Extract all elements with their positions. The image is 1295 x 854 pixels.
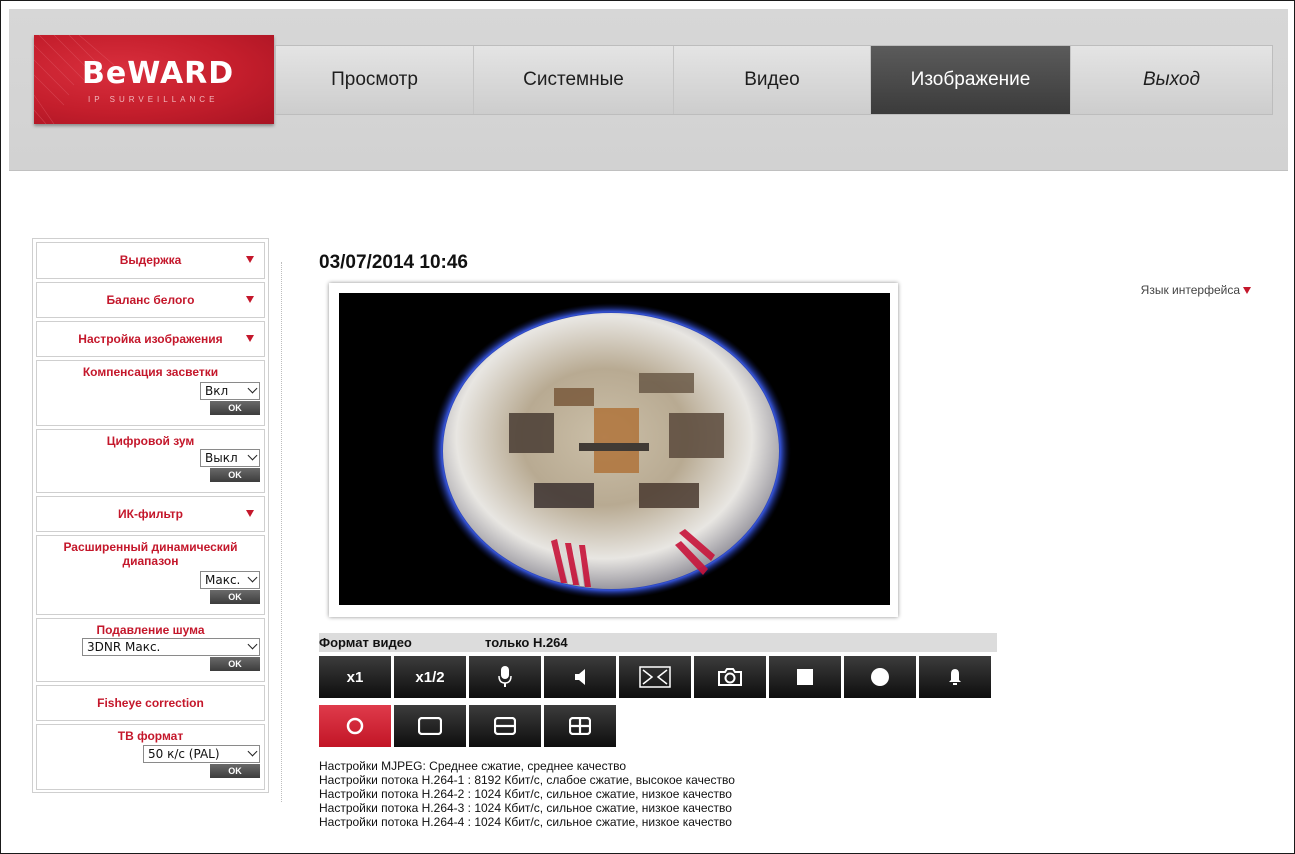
- language-label: Язык интерфейса: [1140, 283, 1240, 297]
- fisheye-section[interactable]: Fisheye correction: [36, 685, 265, 721]
- settings-line: Настройки потока H.264-2 : 1024 Кбит/с, …: [319, 787, 732, 801]
- microphone-button[interactable]: [469, 656, 541, 698]
- tv-format-section: ТВ формат 50 к/с (PAL) OK: [36, 724, 265, 790]
- circle-view-icon: [346, 717, 364, 735]
- backlight-value: Вкл: [205, 384, 229, 398]
- digital-zoom-ok-button[interactable]: OK: [210, 468, 260, 482]
- expand-arrow-icon: [246, 510, 254, 517]
- wdr-section: Расширенный динамический диапазон Макс. …: [36, 535, 265, 615]
- ir-filter-label: ИК-фильтр: [118, 506, 183, 521]
- logo-subtitle: IP SURVEILLANCE: [88, 95, 219, 104]
- noise-title: Подавление шума: [96, 623, 205, 637]
- backlight-title: Компенсация засветки: [82, 365, 219, 379]
- white-balance-label: Баланс белого: [106, 292, 195, 307]
- chevron-down-icon: [247, 383, 258, 394]
- nav-view[interactable]: Просмотр: [276, 46, 474, 114]
- main-nav: Просмотр Системные Видео Изображение Вых…: [275, 45, 1273, 115]
- backlight-select[interactable]: Вкл: [200, 382, 260, 400]
- video-stream[interactable]: [339, 293, 890, 605]
- split-view-icon: [494, 717, 516, 735]
- expand-arrow-icon: [246, 256, 254, 263]
- divider: [281, 262, 282, 802]
- quad-view-button[interactable]: [544, 705, 616, 747]
- fullscreen-button[interactable]: [619, 656, 691, 698]
- fullscreen-icon: [639, 666, 671, 688]
- noise-ok-button[interactable]: OK: [210, 657, 260, 671]
- digital-zoom-section: Цифровой зум Выкл OK: [36, 429, 265, 493]
- language-selector[interactable]: Язык интерфейса: [1141, 283, 1251, 297]
- image-settings-section[interactable]: Настройка изображения: [36, 321, 265, 357]
- chevron-down-icon: [247, 746, 258, 757]
- fisheye-image: [431, 303, 791, 599]
- expand-arrow-icon: [246, 335, 254, 342]
- wdr-value: Макс.: [205, 573, 241, 587]
- tv-format-value: 50 к/с (PAL): [148, 747, 220, 761]
- image-settings-label: Настройка изображения: [78, 331, 223, 346]
- dropdown-arrow-icon: [1243, 287, 1251, 295]
- video-frame: [329, 283, 898, 617]
- nav-system[interactable]: Системные: [474, 46, 674, 114]
- single-view-icon: [418, 717, 442, 735]
- tv-format-select[interactable]: 50 к/с (PAL): [143, 745, 260, 763]
- speaker-icon: [575, 669, 585, 685]
- beward-logo[interactable]: BeWARD IP SURVEILLANCE: [34, 35, 274, 124]
- alarm-button[interactable]: [919, 656, 991, 698]
- nav-video[interactable]: Видео: [674, 46, 871, 114]
- chevron-down-icon: [247, 572, 258, 583]
- zoom-half-button[interactable]: x1/2: [394, 656, 466, 698]
- noise-section: Подавление шума 3DNR Макс. OK: [36, 618, 265, 682]
- bell-icon: [949, 669, 961, 685]
- settings-line: Настройки потока H.264-1 : 8192 Кбит/с, …: [319, 773, 735, 787]
- logo-text: BeWARD: [82, 56, 235, 91]
- wdr-select[interactable]: Макс.: [200, 571, 260, 589]
- fisheye-view-button[interactable]: [319, 705, 391, 747]
- digital-zoom-value: Выкл: [205, 451, 238, 465]
- stop-icon: [797, 669, 813, 685]
- fisheye-label: Fisheye correction: [97, 695, 204, 710]
- exposure-section[interactable]: Выдержка: [36, 242, 265, 279]
- tv-format-ok-button[interactable]: OK: [210, 764, 260, 778]
- ir-filter-section[interactable]: ИК-фильтр: [36, 496, 265, 532]
- stop-button[interactable]: [769, 656, 841, 698]
- split-view-button[interactable]: [469, 705, 541, 747]
- format-value: только H.264: [485, 635, 568, 650]
- camera-icon: [718, 668, 742, 686]
- nav-image[interactable]: Изображение: [871, 46, 1071, 114]
- format-bar: Формат видео только H.264: [319, 633, 997, 652]
- digital-zoom-title: Цифровой зум: [106, 434, 195, 448]
- datetime: 03/07/2014 10:46: [319, 252, 468, 273]
- digital-zoom-select[interactable]: Выкл: [200, 449, 260, 467]
- settings-line: Настройки MJPEG: Среднее сжатие, среднее…: [319, 759, 627, 773]
- white-balance-section[interactable]: Баланс белого: [36, 282, 265, 318]
- noise-select[interactable]: 3DNR Макс.: [82, 638, 260, 656]
- stream-settings: Настройки MJPEG: Среднее сжатие, среднее…: [319, 759, 735, 829]
- speaker-button[interactable]: [544, 656, 616, 698]
- record-button[interactable]: [844, 656, 916, 698]
- tv-format-title: ТВ формат: [117, 729, 184, 743]
- zoom-x1-button[interactable]: x1: [319, 656, 391, 698]
- chevron-down-icon: [247, 639, 258, 650]
- backlight-ok-button[interactable]: OK: [210, 401, 260, 415]
- panorama-view-button[interactable]: [394, 705, 466, 747]
- wdr-title: Расширенный динамический диапазон: [63, 540, 238, 568]
- expand-arrow-icon: [246, 296, 254, 303]
- record-icon: [871, 668, 889, 686]
- settings-line: Настройки потока H.264-3 : 1024 Кбит/с, …: [319, 801, 732, 815]
- quad-view-icon: [569, 717, 591, 735]
- wdr-ok-button[interactable]: OK: [210, 590, 260, 604]
- microphone-icon: [498, 666, 512, 687]
- settings-sidebar: Выдержка Баланс белого Настройка изображ…: [32, 238, 269, 793]
- control-row-1: x1 x1/2: [319, 656, 994, 698]
- backlight-section: Компенсация засветки Вкл OK: [36, 360, 265, 426]
- settings-line: Настройки потока H.264-4 : 1024 Кбит/с, …: [319, 815, 732, 829]
- snapshot-button[interactable]: [694, 656, 766, 698]
- noise-value: 3DNR Макс.: [87, 640, 161, 654]
- nav-logout[interactable]: Выход: [1071, 46, 1272, 114]
- exposure-label: Выдержка: [119, 252, 182, 267]
- chevron-down-icon: [247, 450, 258, 461]
- control-row-2: [319, 705, 619, 747]
- format-label: Формат видео: [319, 635, 412, 650]
